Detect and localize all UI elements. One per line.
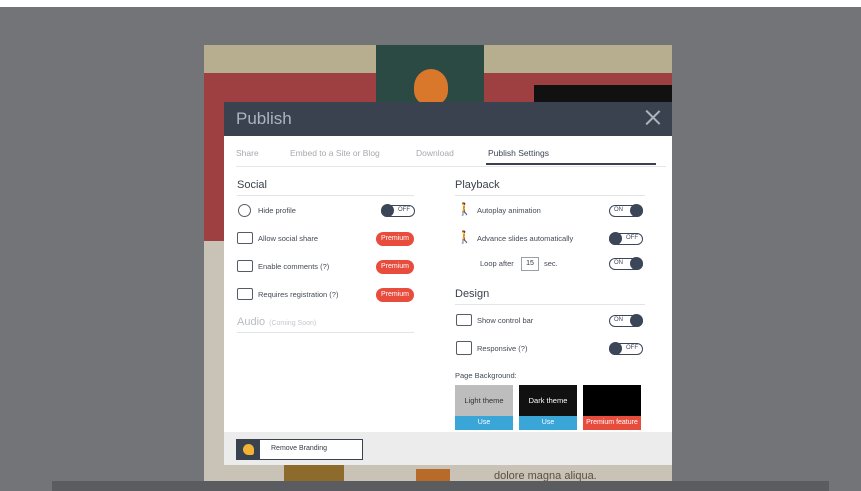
advance-slides-toggle[interactable]: OFF	[609, 232, 643, 245]
responsive-icon	[456, 341, 472, 355]
premium-theme-card[interactable]: Premium feature	[583, 385, 641, 430]
control-bar-toggle[interactable]: ON	[609, 314, 643, 327]
premium-feature-button[interactable]: Premium feature	[583, 416, 641, 430]
publish-dialog: Publish Share Embed to a Site or Blog Do…	[224, 102, 672, 465]
toggle-knob	[609, 232, 622, 245]
loop-after-label: Loop after	[480, 259, 514, 268]
requires-registration-label: Requires registration (?)	[258, 290, 339, 299]
active-tab-indicator	[486, 163, 656, 165]
dialog-title: Publish	[236, 109, 292, 128]
playback-section-title: Playback	[455, 179, 500, 191]
toggle-state: OFF	[626, 235, 638, 241]
form-icon	[237, 288, 253, 300]
premium-badge[interactable]: Premium	[376, 288, 414, 302]
control-bar-icon	[456, 314, 472, 326]
premium-badge[interactable]: Premium	[376, 260, 414, 274]
tab-download[interactable]: Download	[416, 148, 454, 158]
light-theme-card[interactable]: Light theme Use	[455, 385, 513, 430]
audio-coming-soon: (Coming Soon)	[269, 320, 317, 327]
audio-title: Audio	[237, 316, 266, 328]
social-divider	[237, 195, 414, 196]
audio-divider	[237, 332, 414, 333]
share-icon	[237, 232, 253, 244]
brand-logo-icon	[237, 440, 260, 459]
loop-toggle[interactable]: ON	[609, 257, 643, 270]
autoplay-toggle[interactable]: ON	[609, 204, 643, 217]
loop-sec-label: sec.	[544, 259, 558, 268]
loop-seconds-input[interactable]: 15	[521, 257, 539, 271]
remove-branding-button[interactable]: Remove Branding	[236, 439, 363, 460]
dialog-footer: Remove Branding	[224, 432, 672, 465]
toggle-state: OFF	[626, 345, 638, 351]
tab-embed[interactable]: Embed to a Site or Blog	[290, 148, 380, 158]
comment-icon	[237, 260, 253, 272]
premium-theme-preview	[583, 385, 641, 416]
dark-theme-use-button[interactable]: Use	[519, 416, 577, 430]
tab-bar: Share Embed to a Site or Blog Download P…	[236, 148, 666, 166]
tabs-divider	[236, 166, 666, 167]
walker-icon: 🚶	[457, 202, 472, 216]
show-control-bar-label: Show control bar	[477, 316, 534, 325]
responsive-label: Responsive (?)	[477, 344, 528, 353]
design-divider	[455, 304, 645, 305]
toggle-knob	[381, 204, 394, 217]
tab-publish-settings[interactable]: Publish Settings	[488, 148, 549, 158]
playback-divider	[455, 195, 645, 196]
hide-profile-label: Hide profile	[258, 206, 296, 215]
toggle-state: OFF	[398, 207, 410, 213]
design-section-title: Design	[455, 288, 490, 300]
close-icon[interactable]	[644, 108, 662, 126]
remove-branding-label: Remove Branding	[271, 445, 328, 452]
enable-comments-label: Enable comments (?)	[258, 262, 330, 271]
audio-section-title: Audio (Coming Soon)	[237, 316, 316, 328]
autoplay-label: Autoplay animation	[477, 206, 541, 215]
page-background-label: Page Background:	[455, 371, 517, 380]
toggle-knob	[630, 257, 643, 270]
toggle-knob	[630, 314, 643, 327]
dark-theme-card[interactable]: Dark theme Use	[519, 385, 577, 430]
toggle-state: ON	[614, 317, 623, 323]
tab-share[interactable]: Share	[236, 148, 259, 158]
dialog-header: Publish	[224, 102, 672, 136]
light-theme-use-button[interactable]: Use	[455, 416, 513, 430]
toggle-knob	[630, 204, 643, 217]
flame-logo-icon	[414, 69, 448, 105]
toggle-state: ON	[614, 207, 623, 213]
walker-icon: 🚶	[457, 230, 472, 244]
user-circle-icon	[238, 204, 251, 217]
toggle-knob	[609, 342, 622, 355]
dark-theme-preview: Dark theme	[519, 385, 577, 416]
advance-slides-label: Advance slides automatically	[477, 234, 574, 243]
allow-social-share-label: Allow social share	[258, 234, 319, 243]
toggle-state: ON	[614, 260, 623, 266]
light-theme-preview: Light theme	[455, 385, 513, 416]
hide-profile-toggle[interactable]: OFF	[381, 204, 415, 217]
premium-badge[interactable]: Premium	[376, 232, 414, 246]
bottom-strip	[52, 481, 829, 491]
responsive-toggle[interactable]: OFF	[609, 342, 643, 355]
social-section-title: Social	[237, 179, 267, 191]
